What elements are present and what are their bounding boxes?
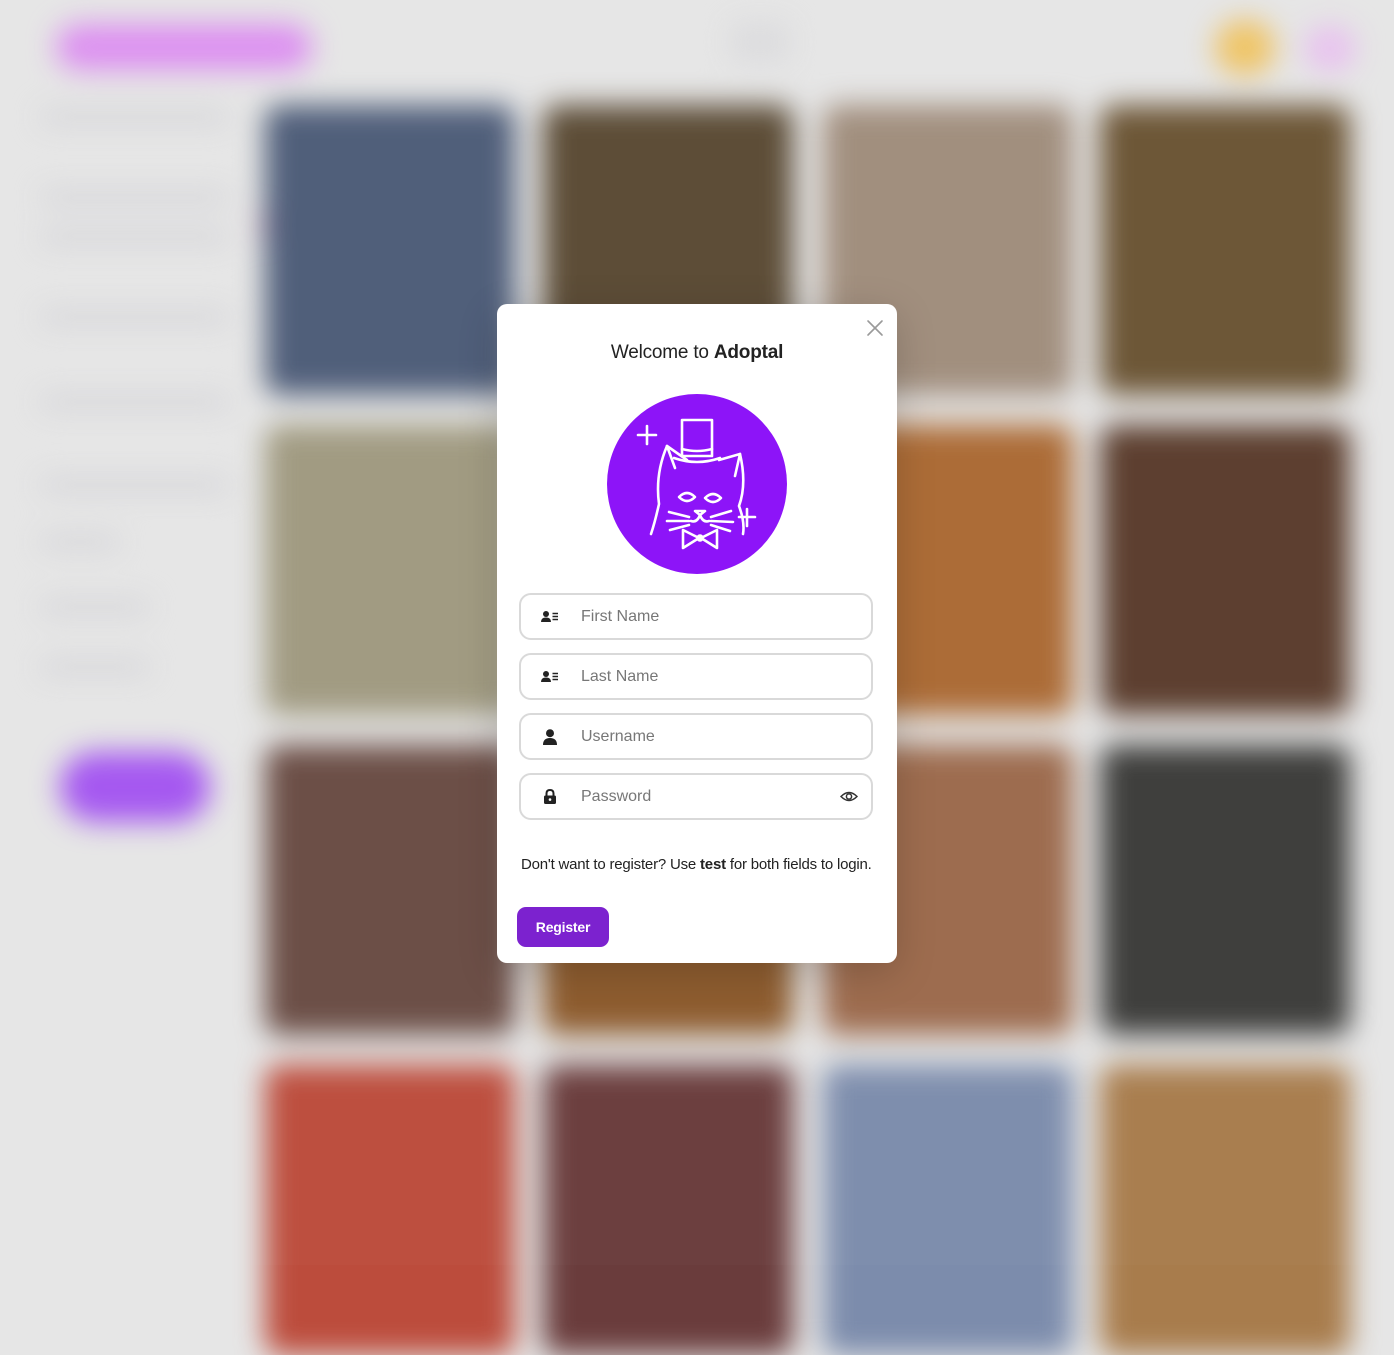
hint-credential: test <box>700 856 726 873</box>
modal-title: Welcome to Adoptal <box>497 342 897 364</box>
first-name-field <box>519 593 873 640</box>
username-field <box>519 713 873 760</box>
id-card-icon <box>521 595 577 638</box>
close-icon[interactable] <box>866 319 884 337</box>
lock-icon <box>521 775 577 818</box>
last-name-input[interactable] <box>577 655 871 698</box>
register-modal: Welcome to Adoptal First Name Last Name … <box>497 304 897 963</box>
brand-name: Adoptal <box>713 342 784 363</box>
hint-text-after: for both fields to login. <box>725 856 872 873</box>
password-field <box>519 773 873 820</box>
password-input[interactable] <box>577 775 827 818</box>
cat-top-hat-icon <box>607 394 787 574</box>
login-hint: Don't want to register? Use test for bot… <box>521 856 887 873</box>
hint-text-before: Don't want to register? Use <box>521 856 701 873</box>
id-card-icon <box>521 655 577 698</box>
user-icon <box>521 715 577 758</box>
first-name-input[interactable] <box>577 595 871 638</box>
last-name-field <box>519 653 873 700</box>
eye-icon[interactable] <box>827 775 871 818</box>
username-input[interactable] <box>577 715 871 758</box>
register-button[interactable]: Register <box>517 907 609 947</box>
title-prefix: Welcome to <box>610 342 714 363</box>
